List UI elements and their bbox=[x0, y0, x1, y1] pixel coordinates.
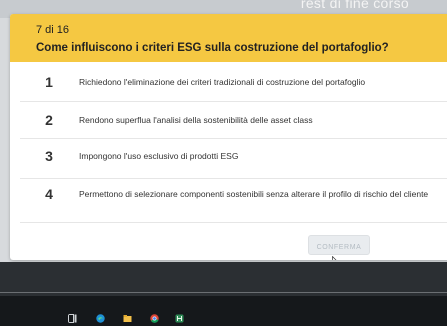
answer-number: 3 bbox=[45, 148, 53, 164]
quiz-card: 7 di 16 Come influiscono i criteri ESG s… bbox=[10, 14, 447, 260]
divider bbox=[20, 138, 447, 139]
page-footer-band bbox=[0, 262, 447, 296]
confirm-button[interactable]: CONFERMA bbox=[308, 235, 370, 255]
answer-text: Rendono superflua l'analisi della sosten… bbox=[79, 115, 313, 125]
question-counter: 7 di 16 bbox=[36, 24, 70, 36]
app-icon[interactable] bbox=[175, 314, 184, 323]
taskbar bbox=[0, 296, 447, 326]
answer-number: 2 bbox=[45, 112, 53, 128]
answer-text: Impongono l'uso esclusivo di prodotti ES… bbox=[79, 151, 239, 161]
chrome-icon[interactable] bbox=[150, 314, 159, 323]
question-title: Come influiscono i criteri ESG sulla cos… bbox=[36, 42, 389, 54]
confirm-label: CONFERMA bbox=[316, 244, 362, 251]
answer-number: 4 bbox=[45, 186, 53, 202]
taskview-icon[interactable] bbox=[68, 314, 77, 323]
answer-option-3[interactable]: 3 Impongono l'uso esclusivo di prodotti … bbox=[32, 146, 447, 176]
divider bbox=[20, 178, 447, 179]
edge-browser-icon[interactable] bbox=[96, 314, 105, 323]
course-test-label: rest di fine corso bbox=[300, 0, 409, 11]
answer-text: Permettono di selezionare componenti sos… bbox=[79, 189, 429, 199]
answer-option-2[interactable]: 2 Rendono superflua l'analisi della sost… bbox=[32, 110, 447, 140]
answer-option-1[interactable]: 1 Richiedono l'eliminazione dei criteri … bbox=[32, 72, 447, 102]
answer-text: Richiedono l'eliminazione dei criteri tr… bbox=[79, 77, 366, 87]
divider bbox=[20, 101, 447, 102]
footer-line bbox=[0, 292, 447, 293]
answer-option-4[interactable]: 4 Permettono di selezionare componenti s… bbox=[32, 184, 447, 214]
mouse-pointer-icon bbox=[332, 256, 337, 260]
question-header: 7 di 16 Come influiscono i criteri ESG s… bbox=[10, 14, 447, 62]
divider bbox=[20, 222, 447, 223]
answer-number: 1 bbox=[45, 74, 53, 90]
file-explorer-icon[interactable] bbox=[123, 314, 132, 323]
